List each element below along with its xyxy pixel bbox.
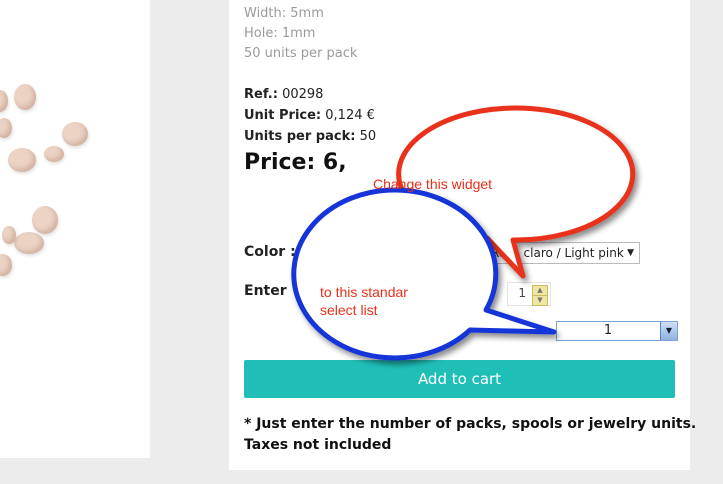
blue-bubble-text-line-1: to this standar (320, 284, 408, 300)
annotation-overlay (291, 105, 636, 361)
red-bubble-text: Change this widget (373, 176, 493, 192)
blue-bubble-text-line-2: select list (320, 302, 378, 318)
